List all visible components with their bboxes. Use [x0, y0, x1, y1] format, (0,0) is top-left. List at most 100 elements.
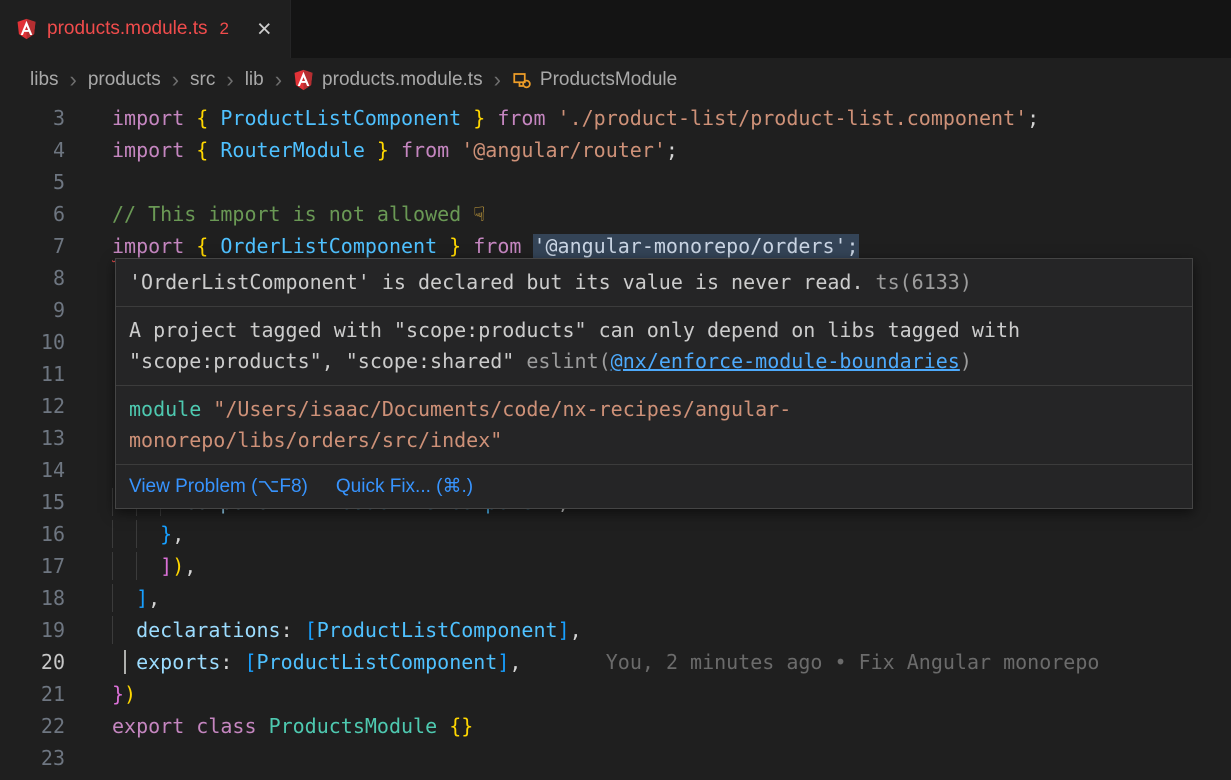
code-token: from: [461, 234, 533, 258]
code-token: [437, 714, 449, 738]
code-line-18[interactable]: 18 ],: [0, 582, 1231, 614]
breadcrumb-item-src[interactable]: src: [190, 69, 215, 91]
line-number: 16: [0, 518, 86, 550]
line-number: 18: [0, 582, 86, 614]
breadcrumb-label: products: [88, 69, 161, 91]
indent-guide: [112, 584, 113, 612]
code-line-6[interactable]: 6// This import is not allowed ☟: [0, 198, 1231, 230]
code-token: [257, 714, 269, 738]
hover-sections: 'OrderListComponent' is declared but its…: [116, 259, 1192, 465]
hover-actions: View Problem (⌥F8) Quick Fix... (⌘.): [116, 465, 1192, 508]
code-token: ;: [666, 138, 678, 162]
breadcrumb-item-products-module-ts[interactable]: products.module.ts: [293, 69, 483, 91]
hover-line: module "/Users/isaac/Documents/code/nx-r…: [129, 394, 1179, 425]
line-number: 7: [0, 230, 86, 262]
hover-section-eslint-diagnostic: A project tagged with "scope:products" c…: [116, 307, 1192, 386]
indent-guide: [112, 488, 113, 516]
breadcrumb-label: libs: [30, 69, 59, 91]
line-number: 12: [0, 390, 86, 422]
code-token: ,: [509, 650, 521, 674]
line-number: 11: [0, 358, 86, 390]
breadcrumb-item-lib[interactable]: lib: [245, 69, 264, 91]
nx-rule-link[interactable]: @nx/enforce-module-boundaries: [611, 349, 960, 373]
code-line-3[interactable]: 3import { ProductListComponent } from '.…: [0, 102, 1231, 134]
code-token: ): [124, 682, 136, 706]
code-token: [112, 586, 136, 610]
code-token: 'OrderListComponent' is declared but its…: [129, 270, 864, 294]
breadcrumb-label: lib: [245, 69, 264, 91]
tab-products-module[interactable]: products.module.ts 2 ×: [0, 0, 291, 58]
line-content: import { RouterModule } from '@angular/r…: [86, 134, 1231, 166]
line-number: 6: [0, 198, 86, 230]
code-line-20[interactable]: 20 exports: [ProductListComponent],You, …: [0, 646, 1231, 678]
code-token: RouterModule: [208, 138, 377, 162]
close-icon[interactable]: ×: [257, 17, 272, 42]
hover-line: "scope:products", "scope:shared" eslint(…: [129, 346, 1179, 377]
breadcrumb: libs›products›src›lib›products.module.ts…: [0, 58, 1231, 102]
breadcrumb-item-productsmodule[interactable]: ProductsModule: [512, 69, 677, 91]
code-line-19[interactable]: 19 declarations: [ProductListComponent],: [0, 614, 1231, 646]
chevron-right-icon: ›: [172, 69, 179, 91]
hover-section-ts-diagnostic: 'OrderListComponent' is declared but its…: [116, 259, 1192, 307]
line-number: 8: [0, 262, 86, 294]
line-number: 22: [0, 710, 86, 742]
code-token: }: [377, 138, 389, 162]
breadcrumb-label: src: [190, 69, 215, 91]
line-content: export class ProductsModule {}: [86, 710, 1231, 742]
indent-guide: [136, 552, 137, 580]
indent-guide: [112, 552, 113, 580]
line-content: ]),: [86, 550, 1231, 582]
tab-title: products.module.ts: [47, 18, 208, 40]
code-token: ;: [1027, 106, 1039, 130]
indent-guide: [112, 520, 113, 548]
code-token: A project tagged with "scope:products" c…: [129, 318, 1020, 342]
code-line-5[interactable]: 5: [0, 166, 1231, 198]
hover-popup: 'OrderListComponent' is declared but its…: [115, 258, 1193, 509]
line-content: [86, 166, 1231, 198]
line-content: }): [86, 678, 1231, 710]
line-number: 14: [0, 454, 86, 486]
line-number: 3: [0, 102, 86, 134]
code-token: monorepo/libs/orders/src/index": [129, 428, 502, 452]
code-line-21[interactable]: 21}): [0, 678, 1231, 710]
code-token: ProductListComponent: [257, 650, 498, 674]
code-token: from: [485, 106, 557, 130]
code-token: OrderListComponent: [208, 234, 449, 258]
line-number: 17: [0, 550, 86, 582]
git-blame-annotation: You, 2 minutes ago • Fix Angular monorep…: [521, 650, 1099, 674]
code-token: {}: [449, 714, 473, 738]
line-number: 19: [0, 614, 86, 646]
hover-line: 'OrderListComponent' is declared but its…: [129, 267, 1179, 298]
quick-fix-action[interactable]: Quick Fix... (⌘.): [336, 475, 473, 498]
code-line-22[interactable]: 22export class ProductsModule {}: [0, 710, 1231, 742]
code-token: ts(6133): [864, 270, 972, 294]
chevron-right-icon: ›: [275, 69, 282, 91]
tab-problems-badge: 2: [220, 19, 229, 39]
code-token: import: [112, 138, 196, 162]
code-token: {: [196, 106, 208, 130]
code-token: [184, 714, 196, 738]
code-line-16[interactable]: 16 },: [0, 518, 1231, 550]
code-token: ): [172, 554, 184, 578]
code-token: {: [196, 234, 208, 258]
line-number: 20: [0, 646, 86, 678]
breadcrumb-item-products[interactable]: products: [88, 69, 161, 91]
line-content: [86, 742, 1231, 774]
code-line-23[interactable]: 23: [0, 742, 1231, 774]
code-token: '@angular/router': [461, 138, 666, 162]
code-token: ,: [570, 618, 582, 642]
code-token: ProductListComponent: [208, 106, 473, 130]
code-line-4[interactable]: 4import { RouterModule } from '@angular/…: [0, 134, 1231, 166]
breadcrumb-item-libs[interactable]: libs: [30, 69, 59, 91]
line-number: 9: [0, 294, 86, 326]
vscode-window: products.module.ts 2 × libs › products › src…: [0, 0, 1231, 780]
code-token: ProductsModule: [269, 714, 438, 738]
chevron-right-icon: ›: [70, 69, 77, 91]
code-token: }: [160, 522, 172, 546]
code-token: declarations: [136, 618, 281, 642]
code-token: }: [112, 682, 124, 706]
code-token: ,: [184, 554, 196, 578]
code-token: import: [112, 234, 196, 258]
view-problem-action[interactable]: View Problem (⌥F8): [129, 475, 308, 498]
code-line-17[interactable]: 17 ]),: [0, 550, 1231, 582]
